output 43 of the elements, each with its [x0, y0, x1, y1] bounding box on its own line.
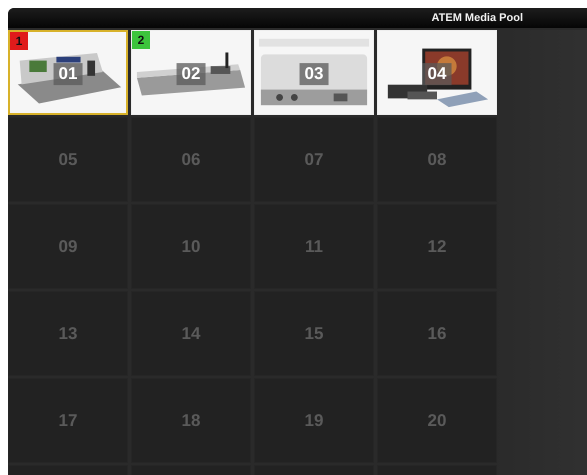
window-title: ATEM Media Pool: [432, 12, 523, 24]
media-slot[interactable]: 09: [8, 204, 128, 289]
media-slot[interactable]: 02 2: [131, 30, 251, 115]
slot-number: 02: [176, 62, 206, 85]
media-slot[interactable]: 13: [8, 291, 128, 376]
media-slot[interactable]: 19: [254, 378, 374, 463]
slot-badge: 2: [132, 31, 150, 49]
media-slot[interactable]: 20: [377, 378, 497, 463]
media-slot[interactable]: 10: [131, 204, 251, 289]
slot-number: 14: [182, 324, 200, 344]
slot-number: 16: [428, 324, 446, 344]
slot-number: 03: [300, 62, 328, 85]
slot-number: 15: [304, 324, 324, 344]
slot-number: 17: [58, 410, 78, 430]
slot-number: 10: [182, 236, 200, 256]
media-slot[interactable]: 16: [377, 291, 497, 376]
media-slot[interactable]: 01 1: [8, 30, 128, 115]
slot-number: 18: [182, 410, 200, 430]
slot-number: 08: [428, 150, 446, 170]
slot-number: 05: [58, 150, 78, 170]
slot-number: 01: [54, 62, 82, 85]
slot-number: 11: [305, 236, 323, 256]
slot-number: 07: [304, 150, 324, 170]
media-slot[interactable]: 06: [131, 117, 251, 202]
media-slot[interactable]: 17: [8, 378, 128, 463]
slot-number: 04: [422, 62, 452, 85]
media-slot[interactable]: 14: [131, 291, 251, 376]
media-slot[interactable]: 04: [377, 30, 497, 115]
slot-badge: 1: [10, 32, 28, 50]
media-slot[interactable]: 11: [254, 204, 374, 289]
media-slot[interactable]: 07: [254, 117, 374, 202]
media-slot[interactable]: 08: [377, 117, 497, 202]
media-slot[interactable]: 15: [254, 291, 374, 376]
slot-number: 19: [304, 410, 324, 430]
media-slot[interactable]: 18: [131, 378, 251, 463]
media-slot[interactable]: 05: [8, 117, 128, 202]
media-slot[interactable]: 12: [377, 204, 497, 289]
slot-number: 06: [182, 150, 200, 170]
slot-number: 12: [428, 236, 446, 256]
slot-number: 13: [58, 324, 78, 344]
media-slot[interactable]: 03: [254, 30, 374, 115]
slot-number: 09: [58, 236, 78, 256]
slot-number: 20: [428, 410, 446, 430]
